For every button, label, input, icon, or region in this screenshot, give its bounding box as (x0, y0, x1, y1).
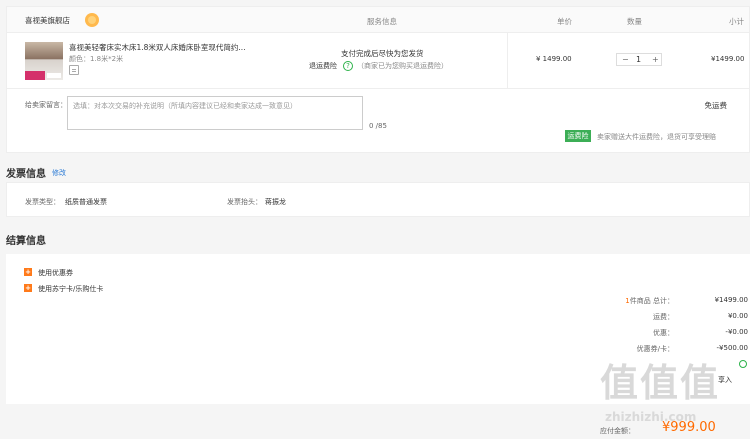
service-insurance: 退运费险 (309, 62, 337, 70)
product-thumbnail[interactable] (25, 42, 63, 80)
settlement-title: 结算信息 (6, 236, 46, 247)
pay-label: 应付金额： (600, 427, 635, 435)
service-note: （商家已为您购买退运费险） (357, 62, 448, 70)
qty-value[interactable]: 1 (636, 55, 641, 64)
use-card-option[interactable]: 使用苏宁卡/乐购仕卡 (38, 284, 103, 294)
column-price: 单价 (557, 17, 572, 26)
invoice-panel: 发票类型： 纸质普通发票 发票抬头： 蒋振龙 (6, 182, 750, 217)
document-icon[interactable] (69, 65, 79, 75)
thumbnail-tag (25, 71, 45, 80)
message-char-count: 0 /85 (369, 122, 387, 130)
free-shipping: 免运费 (704, 101, 728, 110)
partial-row: 享入 (718, 376, 732, 384)
qty-plus-button[interactable]: + (652, 55, 659, 64)
message-label: 给卖家留言： (25, 101, 67, 109)
product-spec: 颜色：1.8米*2米 (69, 55, 124, 63)
shipping-value: ¥0.00 (727, 312, 748, 320)
qty-minus-button[interactable]: − (622, 55, 629, 64)
column-subtotal: 小计 (729, 17, 744, 26)
invoice-modify-link[interactable]: 修改 (52, 168, 66, 178)
product-title[interactable]: 喜视美轻奢床实木床1.8米双人床婚床卧室现代简约... (69, 42, 246, 53)
store-name[interactable]: 喜视美旗舰店 (25, 15, 70, 26)
question-icon[interactable]: ? (343, 61, 353, 71)
quantity-stepper: − 1 + (616, 53, 662, 66)
toggle-circle-icon[interactable] (739, 360, 747, 368)
watermark-logo: 值值值 (600, 361, 721, 405)
cart-item-row: 喜视美轻奢床实木床1.8米双人床婚床卧室现代简约... 颜色：1.8米*2米 支… (6, 33, 750, 89)
thumbnail-tag-2 (47, 73, 61, 78)
insurance-text: 卖家赠送大件运费险，退货可享受理赔 (597, 133, 716, 141)
coupon-value: -¥500.00 (716, 344, 748, 352)
pay-amount: ¥999.00 (662, 420, 716, 435)
column-service: 服务信息 (367, 17, 397, 26)
discount-value: -¥0.00 (725, 328, 748, 336)
expand-plus-icon[interactable]: + (24, 268, 32, 276)
invoice-head-label: 发票抬头： (227, 198, 262, 206)
service-main: 支付完成后尽快为您发货 (341, 49, 424, 58)
invoice-type-label: 发票类型： (25, 198, 60, 206)
invoice-title: 发票信息 (6, 169, 46, 180)
message-row: 给卖家留言： 选填：对本次交易的补充说明（所填内容建议已经和卖家达成一致意见） … (6, 89, 750, 153)
item-count-label: 1件商品 总计： (625, 297, 674, 305)
shipping-label: 运费： (653, 313, 674, 321)
item-subtotal: ¥1499.00 (711, 55, 745, 63)
invoice-head-value: 蒋振龙 (265, 198, 286, 206)
use-coupon-option[interactable]: 使用优惠券 (38, 268, 73, 278)
column-quantity: 数量 (627, 17, 642, 26)
invoice-type-value: 纸质普通发票 (65, 198, 107, 206)
message-textarea[interactable]: 选填：对本次交易的补充说明（所填内容建议已经和卖家达成一致意见） (67, 96, 363, 130)
summary-total: ¥1499.00 (714, 296, 748, 304)
unit-price: ¥ 1499.00 (536, 55, 572, 63)
discount-label: 优惠： (653, 329, 674, 337)
store-header: 喜视美旗舰店 服务信息 单价 数量 小计 (6, 6, 750, 33)
insurance-badge: 运费险 (565, 130, 591, 142)
store-badge-icon (85, 13, 99, 27)
expand-plus-icon[interactable]: + (24, 284, 32, 292)
message-placeholder: 选填：对本次交易的补充说明（所填内容建议已经和卖家达成一致意见） (73, 102, 297, 110)
